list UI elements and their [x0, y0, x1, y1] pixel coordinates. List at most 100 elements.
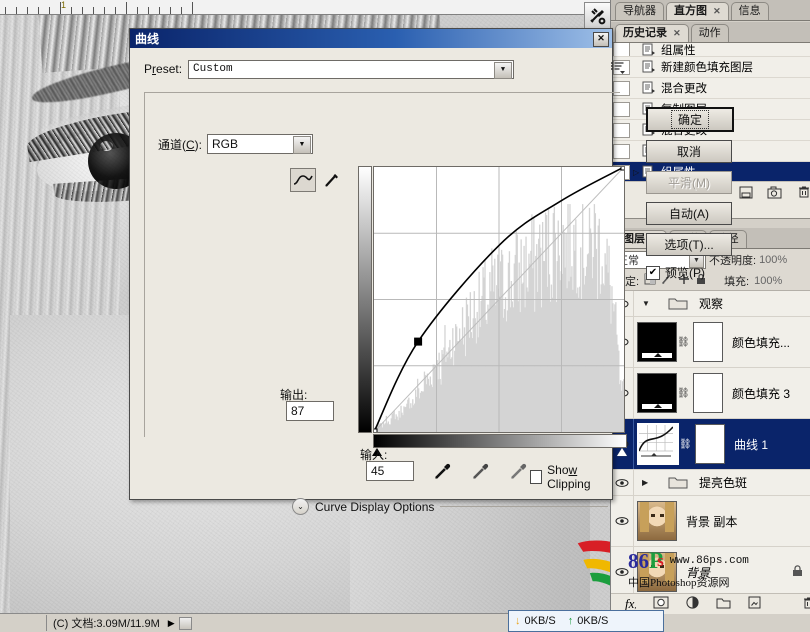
- channel-select[interactable]: RGB ▼: [207, 134, 314, 154]
- eyedropper-black-icon[interactable]: [433, 461, 453, 484]
- layer-link-icon[interactable]: ⛓: [677, 388, 690, 399]
- input-gradient-bar: [373, 434, 627, 448]
- preset-select[interactable]: Custom ▼: [188, 59, 514, 79]
- layer-visibility-toggle[interactable]: [611, 496, 634, 546]
- watermark-s: s: [657, 551, 664, 570]
- status-resize-grip[interactable]: [178, 616, 192, 630]
- layer-thumbnail-curves[interactable]: [637, 423, 679, 465]
- channel-label: 通道(C):: [158, 137, 203, 152]
- history-item[interactable]: 新建颜色填充图层: [611, 57, 810, 78]
- tab-histogram[interactable]: 直方图 ✕: [666, 2, 729, 20]
- close-icon[interactable]: ✕: [593, 32, 609, 47]
- status-expand-arrow[interactable]: ▶: [168, 618, 175, 629]
- divider: [440, 506, 608, 507]
- history-item[interactable]: 混合更改: [611, 78, 810, 99]
- curve-graph[interactable]: [373, 166, 625, 433]
- new-snapshot-icon[interactable]: [767, 185, 782, 199]
- tab-history-close-icon[interactable]: ✕: [673, 28, 681, 38]
- group-expand-arrow-icon[interactable]: ▼: [642, 299, 652, 308]
- layer-mask-thumbnail[interactable]: [693, 322, 723, 362]
- layer-row[interactable]: ⛓ 颜色填充...: [611, 317, 810, 368]
- show-clipping-checkbox[interactable]: [530, 470, 543, 484]
- curves-dialog[interactable]: 曲线 ✕ Preset: Custom ▼ 通道(C): RGB ▼ 输出: 8…: [129, 28, 734, 515]
- opacity-value[interactable]: 100%: [759, 254, 787, 266]
- history-snapshot-checkbox[interactable]: [613, 122, 630, 138]
- chevron-down-icon[interactable]: ⌄: [292, 498, 309, 515]
- history-item-label: 组属性: [661, 44, 696, 57]
- layer-mask-thumbnail[interactable]: [695, 424, 725, 464]
- chevron-down-icon[interactable]: ▼: [293, 136, 312, 154]
- top-panel-tabs[interactable]: 导航器 直方图 ✕ 信息: [611, 0, 810, 21]
- layer-row-group[interactable]: ▶ 提亮色斑: [611, 470, 810, 496]
- watermark-86: 86: [628, 548, 649, 573]
- preset-row: Preset: Custom ▼: [144, 59, 514, 79]
- fill-value[interactable]: 100%: [754, 275, 782, 287]
- layer-name: 提亮色斑: [699, 476, 748, 490]
- layer-thumbnail[interactable]: [637, 373, 677, 413]
- layer-thumbnail-photo[interactable]: [637, 501, 677, 541]
- auto-button-label: 自动(A): [669, 207, 709, 221]
- tab-histogram-close-icon[interactable]: ✕: [713, 6, 721, 16]
- tools-icon[interactable]: [584, 2, 610, 30]
- layer-thumbnail[interactable]: [637, 322, 677, 362]
- history-state-icon: [641, 43, 656, 56]
- history-item-label: 混合更改: [661, 83, 707, 95]
- tab-navigator[interactable]: 导航器: [615, 2, 664, 20]
- curve-point-tool-icon[interactable]: [290, 168, 316, 192]
- folder-icon: [668, 296, 690, 312]
- new-document-from-state-icon[interactable]: [738, 185, 753, 199]
- input-input[interactable]: 45: [366, 461, 414, 481]
- group-collapse-arrow-icon[interactable]: ▶: [642, 478, 652, 487]
- watermark-cn-text: 中国Photoshop资源网: [628, 577, 730, 589]
- layer-row[interactable]: 背景 副本: [611, 496, 810, 547]
- status-zoom-field[interactable]: [0, 615, 47, 631]
- preview-row[interactable]: ✔ 预览(P): [646, 264, 730, 281]
- tab-info-label: 信息: [738, 5, 761, 17]
- pencil-draw-tool-icon[interactable]: [320, 169, 344, 191]
- download-arrow-icon: ↓: [515, 615, 521, 627]
- history-snapshot-checkbox[interactable]: [613, 43, 630, 56]
- layer-link-icon[interactable]: ⛓: [677, 337, 690, 348]
- curve-display-options-row[interactable]: ⌄ Curve Display Options: [292, 498, 608, 515]
- history-snapshot-checkbox[interactable]: [613, 143, 630, 159]
- ok-button[interactable]: 确定: [646, 107, 734, 132]
- curve-display-options-label: Curve Display Options: [315, 499, 435, 514]
- cancel-button[interactable]: 取消: [646, 140, 732, 163]
- layer-mask-thumbnail[interactable]: [693, 373, 723, 413]
- layer-visibility-toggle[interactable]: [611, 470, 634, 495]
- eyedropper-white-icon[interactable]: [509, 461, 529, 484]
- eyedropper-gray-icon[interactable]: [471, 461, 491, 484]
- options-button-label: 选项(T)...: [664, 238, 714, 252]
- layer-link-icon[interactable]: ⛓: [679, 439, 692, 450]
- show-clipping-row[interactable]: Show Clipping: [530, 463, 612, 491]
- history-state-icon: [641, 81, 656, 95]
- output-gradient-bar: [358, 166, 372, 433]
- history-item[interactable]: 组属性: [611, 43, 810, 57]
- chevron-down-icon[interactable]: ▼: [494, 61, 512, 79]
- settings-group-frame: [144, 92, 620, 93]
- auto-button[interactable]: 自动(A): [646, 202, 732, 225]
- tab-actions[interactable]: 动作: [690, 24, 729, 42]
- dialog-title-label: 曲线: [135, 32, 160, 46]
- delete-state-icon[interactable]: [796, 185, 810, 199]
- white-point-slider[interactable]: [617, 448, 627, 456]
- history-snapshot-checkbox[interactable]: [613, 101, 630, 117]
- show-clipping-label: Show Clipping: [547, 463, 591, 491]
- history-snapshot-checkbox[interactable]: [613, 80, 630, 96]
- layer-row[interactable]: ⛓ 颜色填充 3: [611, 368, 810, 419]
- dialog-title-bar[interactable]: 曲线 ✕: [130, 29, 612, 48]
- photoshop-window: 1 (C) 文档:3.09M/11.9M ▶ 导航器 直方图 ✕ 信息 历史记录…: [0, 0, 810, 632]
- preset-options-icon[interactable]: [610, 60, 626, 76]
- history-panel-tabs[interactable]: 历史记录 ✕ 动作: [611, 22, 810, 43]
- output-input[interactable]: 87: [286, 401, 334, 421]
- panel-dock: 导航器 直方图 ✕ 信息 历史记录 ✕ 动作 组属性 新建颜色填充图层 混合更改…: [610, 0, 810, 632]
- tab-actions-label: 动作: [698, 27, 721, 39]
- options-button[interactable]: 选项(T)...: [646, 233, 732, 256]
- eyedropper-row: [433, 461, 529, 484]
- preview-checkbox[interactable]: ✔: [646, 265, 660, 280]
- tab-info[interactable]: 信息: [730, 2, 769, 20]
- tab-history[interactable]: 历史记录 ✕: [615, 24, 689, 42]
- dialog-body: Preset: Custom ▼ 通道(C): RGB ▼ 输出: 87 输入:…: [130, 48, 734, 515]
- layer-row-selected[interactable]: ⛓ 曲线 1: [611, 419, 810, 470]
- layer-row-group[interactable]: ▼ 观察: [611, 291, 810, 317]
